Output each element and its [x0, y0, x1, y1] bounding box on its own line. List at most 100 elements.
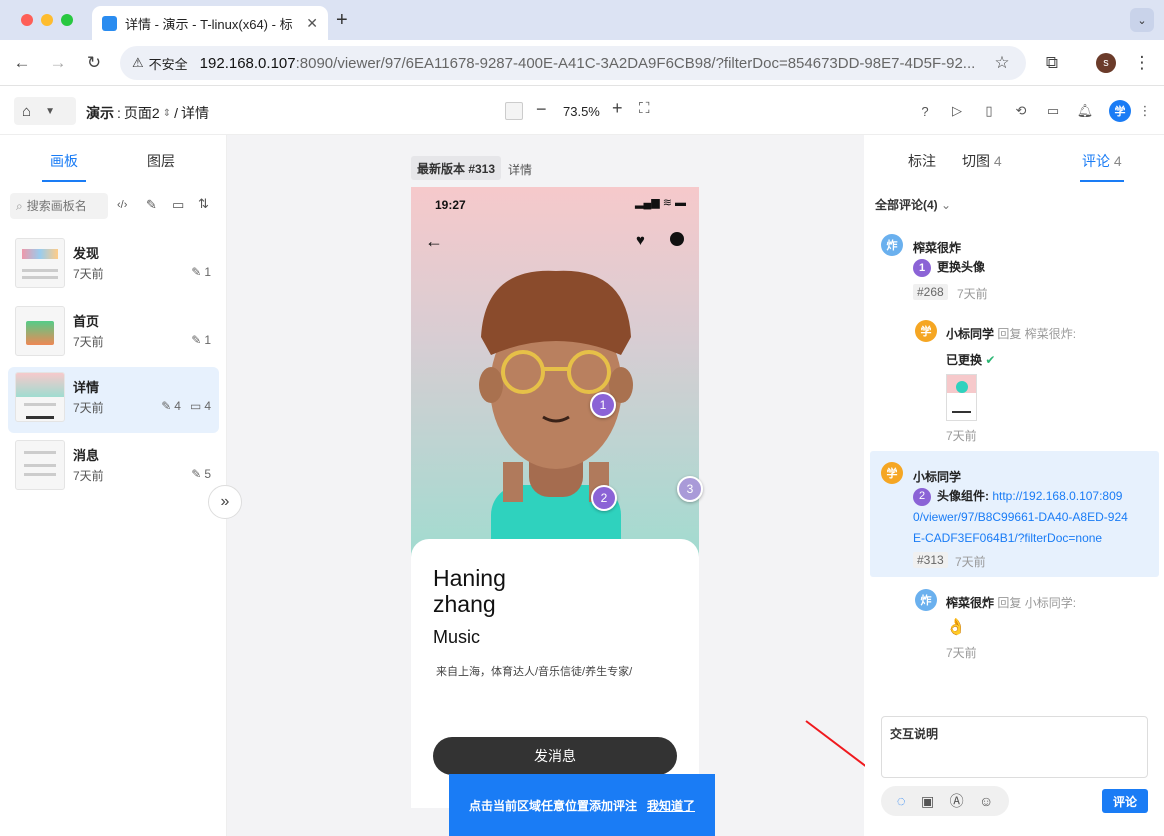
play-icon[interactable]: ▷ — [946, 100, 968, 122]
minimize-window-button[interactable] — [41, 14, 53, 26]
new-tab-icon[interactable]: + — [336, 9, 348, 32]
comment-link[interactable]: http://192.168.0.107:809 — [992, 489, 1122, 503]
profile-avatar[interactable]: s — [1096, 53, 1116, 73]
zoom-in-icon[interactable]: + — [612, 98, 623, 119]
canvas-board-name: 详情 — [508, 163, 533, 177]
avatar: 学 — [881, 462, 903, 484]
board-item-detail[interactable]: 详情 7天前 ✎ 4 ▭ 4 — [8, 367, 219, 433]
expand-panel-button[interactable]: » — [208, 485, 242, 519]
comment-number[interactable]: 1 — [913, 258, 931, 277]
board-search[interactable]: ⌕ — [10, 193, 108, 219]
bell-icon[interactable]: 🔔︎ — [1074, 100, 1096, 122]
home-menu[interactable]: ⌂ ▼ — [14, 97, 76, 125]
history-icon[interactable]: ⟲ — [1010, 100, 1032, 122]
tab-annotations[interactable]: 标注 — [908, 151, 936, 171]
code-icon[interactable]: ‹/› — [117, 199, 127, 211]
more-icon[interactable]: ⋮ — [1134, 100, 1156, 122]
board-item-discover[interactable]: 发现 7天前 ✎ 1 — [8, 233, 219, 299]
browser-tab-bar: 详情 - 演示 - T-linux(x64) - 标 ✕ + ⌄ — [0, 0, 1164, 40]
board-item-home[interactable]: 首页 7天前 ✎ 1 — [8, 301, 219, 367]
maximize-window-button[interactable] — [61, 14, 73, 26]
tab-indicator — [1080, 180, 1124, 182]
app-favicon-icon — [102, 15, 117, 31]
zoom-level[interactable]: 73.5% — [563, 104, 600, 119]
pin-comment-icon[interactable]: ◌ — [897, 793, 906, 810]
send-message-button[interactable]: 发消息 — [433, 737, 677, 775]
device-icon[interactable]: ▯ — [978, 100, 1000, 122]
status-icons: ▂▄▆ ≋ ▬ — [635, 197, 687, 209]
extensions-icon[interactable]: ⧉ — [1040, 51, 1064, 75]
board-item-messages[interactable]: 消息 7天前 ✎ 5 — [8, 435, 219, 501]
breadcrumb-project[interactable]: 演示 — [86, 103, 114, 123]
boards-panel: 画板 图层 ⌕ ‹/› ✎ ▭ ⇅ 发现 7天前 ✎1 首页 7天前 ✎1 详情… — [0, 135, 227, 836]
comment-number[interactable]: 2 — [913, 487, 931, 506]
image-upload-icon[interactable]: ▣ — [921, 793, 934, 810]
board-search-input[interactable] — [26, 199, 97, 213]
url-bar[interactable]: ⚠ 不安全 192.168.0.107:8090/viewer/97/6EA11… — [120, 46, 1026, 80]
bookmark-star-icon[interactable]: ☆ — [990, 51, 1014, 75]
comment-filter-icon[interactable]: ▭ — [172, 197, 184, 213]
comment-input[interactable]: 交互说明 — [881, 716, 1148, 778]
board-time: 7天前 — [73, 267, 104, 281]
warning-icon[interactable]: ⚠ — [132, 55, 144, 71]
tab-search-icon[interactable]: ⌄ — [1130, 8, 1154, 32]
back-icon[interactable]: ← — [10, 51, 34, 75]
status-time: 19:27 — [435, 198, 466, 212]
reply-image-thumbnail[interactable] — [946, 374, 977, 421]
home-icon[interactable]: ⌂ — [22, 103, 31, 120]
tab-indicator — [42, 180, 86, 182]
fit-screen-icon[interactable]: ⛶ — [639, 100, 650, 117]
comment-body: 1 更换头像 — [913, 258, 985, 277]
comment-link-3[interactable]: E-CADF3EF064B1/?filterDoc=none — [913, 531, 1102, 545]
brush-icon[interactable]: ✎ — [146, 197, 157, 213]
tab-title: 详情 - 演示 - T-linux(x64) - 标 — [125, 16, 293, 32]
tip-dismiss-link[interactable]: 我知道了 — [647, 797, 695, 814]
folder-clock-icon[interactable]: ▭ — [1042, 100, 1064, 122]
board-thumbnail — [15, 372, 65, 422]
tab-slices[interactable]: 切图 4 — [962, 151, 1002, 171]
design-canvas[interactable]: 最新版本 #313 详情 19:27 ▂▄▆ ≋ ▬ ← ♥ Haning zh… — [227, 135, 864, 836]
background-swatch[interactable] — [505, 102, 523, 120]
sort-icon[interactable]: ⇅ — [198, 196, 209, 212]
version-tag[interactable]: #313 — [913, 552, 948, 568]
user-avatar[interactable]: 学 — [1109, 100, 1131, 122]
comment-link-2[interactable]: 0/viewer/97/B8C99661-DA40-A8ED-924 — [913, 510, 1128, 524]
board-name: 消息 — [73, 448, 100, 463]
avatar: 炸 — [881, 234, 903, 256]
artboard-detail[interactable]: 19:27 ▂▄▆ ≋ ▬ ← ♥ Haning zhang Music 来自上… — [411, 187, 699, 808]
board-name: 首页 — [73, 314, 100, 329]
reload-icon[interactable]: ↻ — [82, 51, 106, 75]
person-last-name: zhang — [433, 591, 496, 617]
help-icon[interactable]: ? — [914, 100, 936, 122]
comment-pin-2[interactable]: 2 — [591, 485, 617, 511]
whatsapp-icon[interactable] — [670, 232, 684, 246]
breadcrumb-page[interactable]: 页面2 — [124, 103, 160, 123]
back-arrow-icon[interactable]: ← — [425, 231, 443, 252]
version-tag[interactable]: #268 — [913, 284, 948, 300]
tab-comments[interactable]: 评论 4 — [1082, 151, 1122, 171]
close-tab-icon[interactable]: ✕ — [306, 15, 318, 32]
board-mark-count: ✎ 1 — [191, 265, 211, 279]
insecure-label[interactable]: 不安全 — [149, 54, 188, 73]
page-switch-icon[interactable]: ⇕ — [163, 108, 171, 119]
comment-pin-1[interactable]: 1 — [590, 392, 616, 418]
board-mark-count: ✎ 5 — [191, 467, 211, 481]
person-bio: 来自上海，体育达人/音乐信徒/养生专家/ — [436, 666, 633, 678]
submit-comment-button[interactable]: 评论 — [1102, 789, 1148, 813]
comment-pin-3[interactable]: 3 — [677, 476, 703, 502]
tab-layers[interactable]: 图层 — [147, 151, 175, 171]
ok-hand-emoji: 👌 — [946, 619, 966, 636]
forward-icon[interactable]: → — [46, 51, 70, 75]
emoji-icon[interactable]: ☺ — [979, 793, 993, 809]
caret-down-icon[interactable]: ▼ — [45, 106, 55, 117]
comment-filter-dropdown[interactable]: 全部评论(4) ⌄ — [875, 196, 951, 213]
close-window-button[interactable] — [21, 14, 33, 26]
heart-icon[interactable]: ♥ — [636, 232, 645, 249]
browser-menu-icon[interactable]: ⋮ — [1130, 51, 1154, 75]
browser-tab[interactable]: 详情 - 演示 - T-linux(x64) - 标 ✕ — [92, 6, 328, 40]
tab-boards[interactable]: 画板 — [50, 151, 78, 171]
pen-icon: ✎ — [191, 467, 202, 481]
zoom-out-icon[interactable]: − — [536, 99, 547, 120]
version-label[interactable]: 最新版本 #313 — [411, 156, 502, 180]
mention-icon[interactable]: Ⓐ — [950, 791, 964, 811]
